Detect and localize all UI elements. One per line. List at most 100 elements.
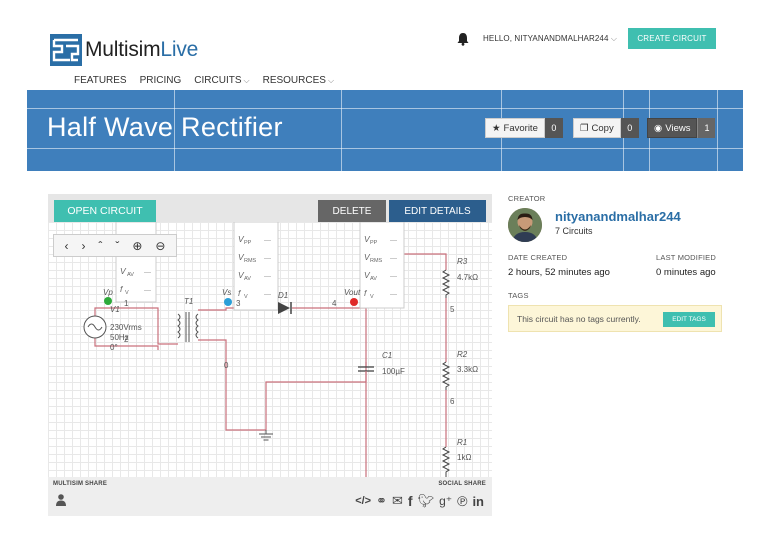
node-label: 1 <box>124 299 129 308</box>
node-label: 2 <box>124 335 129 344</box>
pan-down-icon[interactable]: ˇ <box>115 239 119 253</box>
embed-icon[interactable]: </> <box>355 495 371 507</box>
views-count: 1 <box>697 118 716 138</box>
open-circuit-button[interactable]: OPEN CIRCUIT <box>54 200 156 222</box>
label-c1: C1 <box>382 351 392 360</box>
logo-icon <box>50 34 82 66</box>
label-c1-value: 100µF <box>382 367 405 376</box>
ground-icon <box>259 430 273 441</box>
circuit-panel: V f V V V f V V V f AV V PP RMS AV V PP … <box>48 194 492 516</box>
chevron-down-icon: ⌵ <box>610 34 617 43</box>
facebook-icon[interactable]: f <box>408 493 413 509</box>
edit-details-button[interactable]: EDIT DETAILS <box>389 200 486 222</box>
tags-label: TAGS <box>508 291 529 300</box>
resistor-r3 <box>441 269 451 298</box>
pinterest-icon[interactable]: ℗ <box>457 493 467 509</box>
star-icon: ★ <box>492 122 501 134</box>
title-banner: Half Wave Rectifier ★ Favorite 0 ❐ Copy 0 … <box>27 90 743 171</box>
svg-text:—: — <box>144 269 151 276</box>
copy-button[interactable]: ❐ Copy 0 <box>573 118 639 138</box>
chevron-down-icon: ⌵ <box>327 75 335 85</box>
last-modified-value: 0 minutes ago <box>656 267 716 278</box>
transformer-t1[interactable] <box>177 312 199 342</box>
zoom-in-icon[interactable]: ⊕ <box>132 239 142 253</box>
creator-circuit-count: 7 Circuits <box>555 226 593 236</box>
ac-source-v1[interactable] <box>83 315 107 339</box>
nav-resources[interactable]: RESOURCES ⌵ <box>263 75 334 86</box>
zoom-out-icon[interactable]: ⊖ <box>155 239 165 253</box>
svg-text:PP: PP <box>370 240 378 246</box>
probe-vp[interactable] <box>104 297 112 305</box>
svg-text:V: V <box>125 290 129 296</box>
label-vp: Vp <box>103 288 113 297</box>
label-vs: Vs <box>222 288 231 297</box>
logo[interactable]: MultisimLive <box>50 34 198 66</box>
svg-text:AV: AV <box>127 272 134 278</box>
probe-vs[interactable] <box>224 298 232 306</box>
avatar[interactable] <box>508 208 542 242</box>
nav-features[interactable]: FEATURES <box>74 75 127 86</box>
resistor-r1 <box>441 446 451 477</box>
copy-count: 0 <box>620 118 639 138</box>
date-created-label: DATE CREATED <box>508 253 568 262</box>
node-label: 4 <box>332 299 337 308</box>
email-icon[interactable]: ✉ <box>392 493 403 509</box>
svg-text:—: — <box>264 255 271 262</box>
svg-text:RMS: RMS <box>244 258 257 264</box>
label-t1: T1 <box>184 297 193 306</box>
linkedin-icon[interactable]: in <box>472 494 484 509</box>
user-menu[interactable]: HELLO, NITYANANDMALHAR244 ⌵ <box>483 34 617 44</box>
label-v1-value: 230Vrms <box>110 323 142 332</box>
label-r3-value: 4.7kΩ <box>457 273 478 282</box>
favorite-count: 0 <box>544 118 563 138</box>
diode-d1[interactable] <box>278 302 292 314</box>
node-label: 0 <box>224 361 229 370</box>
creator-name[interactable]: nityanandmalhar244 <box>555 209 681 224</box>
social-icons: </> ⚭ ✉ f 🐦︎ g⁺ ℗ in <box>355 493 484 509</box>
svg-text:RMS: RMS <box>370 258 383 264</box>
label-r2-value: 3.3kΩ <box>457 365 478 374</box>
multisim-share-label: MULTISIM SHARE <box>53 481 108 487</box>
nav-pricing[interactable]: PRICING <box>140 75 182 86</box>
svg-text:—: — <box>264 291 271 298</box>
svg-text:—: — <box>264 237 271 244</box>
node-label: 5 <box>450 305 455 314</box>
create-circuit-button[interactable]: CREATE CIRCUIT <box>628 28 716 49</box>
user-icon[interactable] <box>56 494 66 506</box>
svg-text:AV: AV <box>244 276 251 282</box>
views-button[interactable]: ◉ Views 1 <box>647 118 716 138</box>
eye-icon: ◉ <box>654 122 663 134</box>
probe-vout[interactable] <box>350 298 358 306</box>
bell-icon[interactable] <box>456 32 470 46</box>
last-modified-label: LAST MODIFIED <box>656 253 716 262</box>
pan-right-icon[interactable]: › <box>81 239 85 253</box>
pan-up-icon[interactable]: ˆ <box>98 239 102 253</box>
tags-box: This circuit has no tags currently. EDIT… <box>508 305 722 332</box>
svg-text:—: — <box>144 287 151 294</box>
googleplus-icon[interactable]: g⁺ <box>439 494 452 508</box>
svg-text:—: — <box>390 273 397 280</box>
nav-circuits[interactable]: CIRCUITS ⌵ <box>194 75 249 86</box>
edit-tags-button[interactable]: EDIT TAGS <box>663 312 715 327</box>
resistor-r2 <box>441 361 451 390</box>
svg-text:PP: PP <box>244 240 252 246</box>
delete-button[interactable]: DELETE <box>318 200 386 222</box>
node-label: 3 <box>236 299 241 308</box>
creator-label: CREATOR <box>508 194 546 203</box>
favorite-button[interactable]: ★ Favorite 0 <box>485 118 563 138</box>
label-v1: V1 <box>110 305 120 314</box>
label-r3: R3 <box>457 257 468 266</box>
chevron-down-icon: ⌵ <box>243 75 250 85</box>
schematic-canvas[interactable]: V f V V V f V V V f AV V PP RMS AV V PP … <box>48 222 492 477</box>
svg-text:—: — <box>390 237 397 244</box>
label-d1: D1 <box>278 291 288 300</box>
link-icon[interactable]: ⚭ <box>376 493 387 509</box>
twitter-icon[interactable]: 🐦︎ <box>418 493 435 509</box>
svg-text:V: V <box>370 294 374 300</box>
svg-text:—: — <box>390 291 397 298</box>
share-bar: MULTISIM SHARE SOCIAL SHARE </> ⚭ ✉ f 🐦︎… <box>48 477 492 516</box>
svg-text:—: — <box>264 273 271 280</box>
pan-left-icon[interactable]: ‹ <box>64 239 68 253</box>
label-r2: R2 <box>457 350 468 359</box>
svg-text:—: — <box>390 255 397 262</box>
